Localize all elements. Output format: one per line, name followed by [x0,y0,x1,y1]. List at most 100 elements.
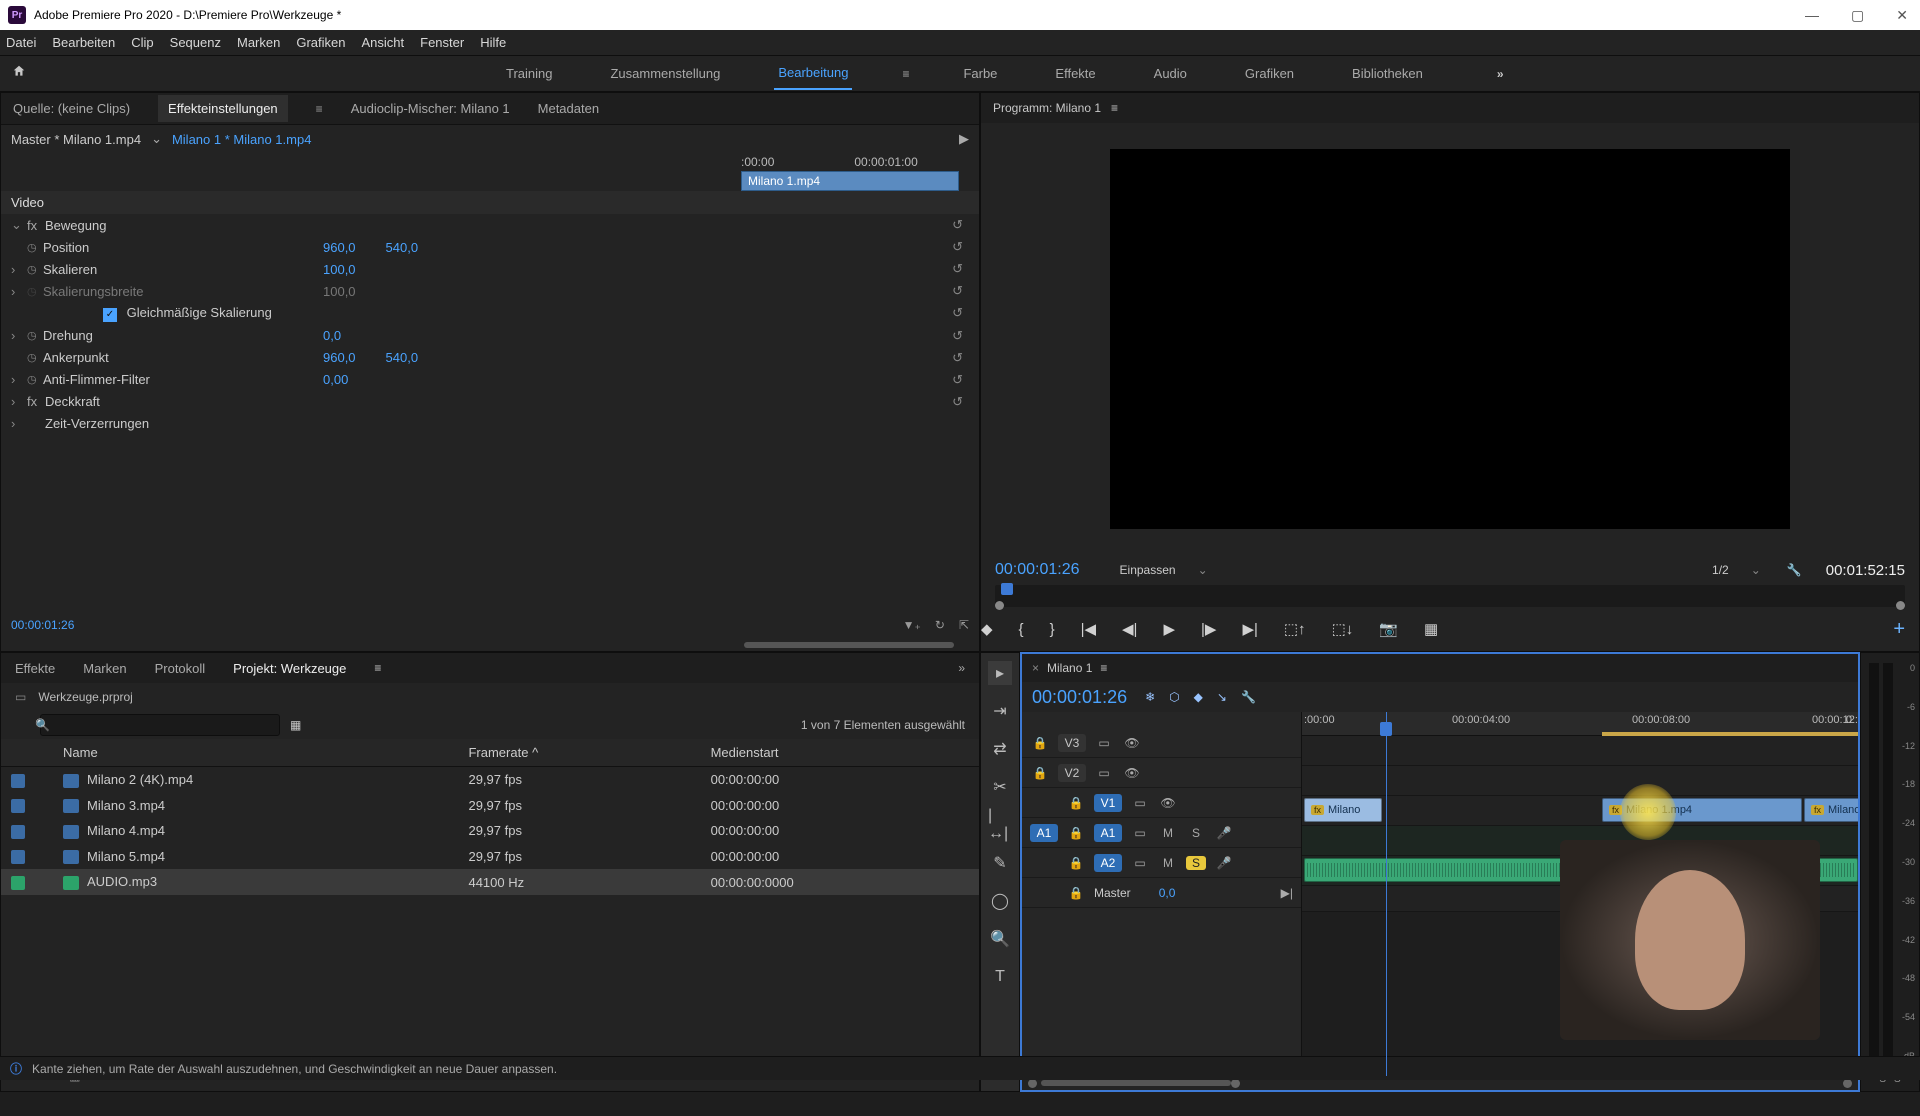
label-chip[interactable] [11,774,25,788]
effect-mini-scrollbar[interactable] [1,639,979,651]
skalieren-value[interactable]: 100,0 [323,262,356,277]
type-tool-icon[interactable]: T [988,965,1012,989]
workspace-training[interactable]: Training [502,58,556,89]
position-y-value[interactable]: 540,0 [386,240,419,255]
reset-icon[interactable]: ↺ [952,305,963,321]
wrench-icon[interactable]: 🔧 [1787,563,1802,577]
tab-effekte[interactable]: Effekte [15,661,55,676]
anti-flimmer-value[interactable]: 0,00 [323,372,348,387]
project-item-row[interactable]: Milano 4.mp429,97 fps00:00:00:00 [1,818,979,844]
fx-badge-icon[interactable]: fx [27,218,45,233]
lock-icon[interactable]: 🔒 [1066,796,1086,810]
tab-protokoll[interactable]: Protokoll [155,661,206,676]
clip-video[interactable]: fx Milano [1304,798,1382,822]
menu-hilfe[interactable]: Hilfe [480,35,506,50]
stopwatch-icon[interactable]: ◷ [27,263,43,276]
extract-icon[interactable]: ⬚↓ [1332,620,1354,638]
reset-icon[interactable]: ↺ [952,283,963,299]
tab-audio-mixer[interactable]: Audioclip-Mischer: Milano 1 [351,101,510,116]
lock-icon[interactable]: 🔒 [1066,886,1086,900]
horizontal-zoom-bar[interactable] [1041,1080,1231,1086]
menu-clip[interactable]: Clip [131,35,153,50]
bin-icon[interactable]: ▭ [15,690,26,704]
home-icon[interactable] [12,64,32,84]
reset-icon[interactable]: ↺ [952,239,963,255]
track-a2-label[interactable]: A2 [1094,854,1122,872]
thumbnail-toggle-icon[interactable]: ▦ [290,718,301,732]
menu-grafiken[interactable]: Grafiken [296,35,345,50]
filter-icon[interactable]: ▼₊ [903,618,921,632]
maximize-button[interactable]: ▢ [1847,7,1868,24]
track-select-tool-icon[interactable]: ⇥ [988,699,1012,723]
effect-timecode[interactable]: 00:00:01:26 [11,618,74,632]
clip-video[interactable]: fx Milano 2 (4K) [1804,798,1858,822]
reset-icon[interactable]: ↺ [952,217,963,233]
uniform-scale-checkbox[interactable]: ✓ [103,308,117,322]
close-button[interactable]: ✕ [1892,7,1912,24]
panel-menu-icon[interactable]: ≡ [1111,101,1118,115]
export-frame-icon[interactable]: 📷 [1379,620,1398,638]
playhead-line[interactable] [1386,712,1387,1076]
project-item-row[interactable]: Milano 3.mp429,97 fps00:00:00:00 [1,793,979,819]
sync-lock-icon[interactable]: ▭ [1130,826,1150,840]
group-zeit[interactable]: Zeit-Verzerrungen [45,416,325,431]
menu-datei[interactable]: Datei [6,35,36,50]
drehung-value[interactable]: 0,0 [323,328,341,343]
track-v2-label[interactable]: V2 [1058,764,1086,782]
add-marker-icon[interactable]: ◆ [981,620,993,638]
loop-icon[interactable]: ↻ [935,618,945,632]
tab-overflow-icon[interactable]: » [958,661,965,675]
effect-clip-bar[interactable]: Milano 1.mp4 [741,171,959,191]
sync-lock-icon[interactable]: ▭ [1130,856,1150,870]
label-chip[interactable] [11,876,25,890]
workspace-effekte[interactable]: Effekte [1051,58,1099,89]
add-marker-icon[interactable]: ◆ [1194,690,1203,704]
reset-icon[interactable]: ↺ [952,261,963,277]
twisty-icon[interactable]: › [11,416,27,431]
menu-fenster[interactable]: Fenster [420,35,464,50]
twisty-icon[interactable]: › [11,394,27,409]
lift-icon[interactable]: ⬚↑ [1284,620,1306,638]
ripple-edit-tool-icon[interactable]: ⇄ [988,737,1012,761]
menu-bearbeiten[interactable]: Bearbeiten [52,35,115,50]
effect-dest-label[interactable]: Milano 1 * Milano 1.mp4 [172,132,311,147]
menu-ansicht[interactable]: Ansicht [361,35,404,50]
sync-lock-icon[interactable]: ▭ [1130,796,1150,810]
program-canvas[interactable] [1110,149,1790,529]
scrub-cap-left[interactable] [995,601,1004,610]
close-sequence-icon[interactable]: × [1032,661,1039,675]
razor-tool-icon[interactable]: ✂ [988,775,1012,799]
lock-icon[interactable]: 🔒 [1030,766,1050,780]
solo-button[interactable]: S [1186,826,1206,840]
snap-icon[interactable]: ❄ [1145,690,1155,704]
voice-record-icon[interactable]: 🎤 [1214,856,1234,870]
workspace-bearbeitung[interactable]: Bearbeitung [774,57,852,90]
workspace-overflow-icon[interactable]: » [1497,67,1504,81]
label-chip[interactable] [11,850,25,864]
sequence-name[interactable]: Milano 1 [1047,661,1092,675]
track-v1-label[interactable]: V1 [1094,794,1122,812]
mark-out-icon[interactable]: } [1050,621,1055,638]
tab-menu-icon[interactable]: ≡ [316,102,323,116]
mute-button[interactable]: M [1158,826,1178,840]
playhead-marker[interactable] [1001,583,1013,595]
selection-tool-icon[interactable]: ▸ [988,661,1012,685]
program-scrub-bar[interactable] [995,585,1905,607]
rectangle-tool-icon[interactable]: ◯ [988,889,1012,913]
panel-menu-icon[interactable]: ≡ [374,661,381,675]
workspace-bibliotheken[interactable]: Bibliotheken [1348,58,1427,89]
chevron-down-icon[interactable]: ⌄ [151,131,162,147]
effect-play-icon[interactable]: ▶ [959,131,969,147]
reset-icon[interactable]: ↺ [952,394,963,410]
lock-icon[interactable]: 🔒 [1066,826,1086,840]
reset-icon[interactable]: ↺ [952,372,963,388]
chevron-down-icon[interactable]: ⌄ [1751,563,1761,577]
project-search-input[interactable] [40,714,280,736]
tab-metadata[interactable]: Metadaten [538,101,599,116]
project-item-row[interactable]: Milano 2 (4K).mp429,97 fps00:00:00:00 [1,767,979,793]
step-back-icon[interactable]: ◀| [1122,620,1137,638]
lock-icon[interactable]: 🔒 [1066,856,1086,870]
stopwatch-icon[interactable]: ◷ [27,373,43,386]
ankerpunkt-x-value[interactable]: 960,0 [323,350,356,365]
go-to-end-icon[interactable]: ▶| [1281,886,1293,900]
